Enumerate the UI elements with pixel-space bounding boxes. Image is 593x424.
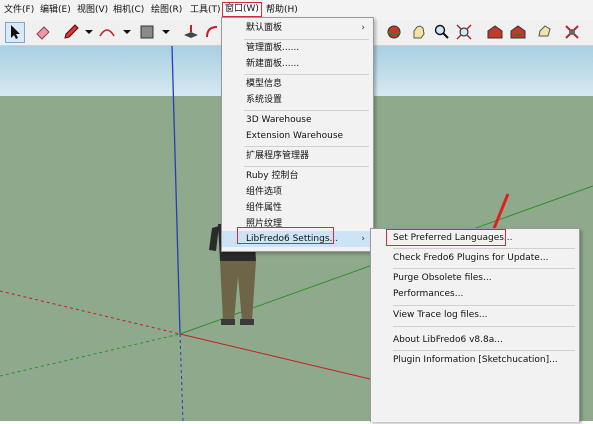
- window-menu-item-model-info[interactable]: 模型信息: [222, 76, 373, 92]
- warehouse-icon[interactable]: [486, 23, 504, 41]
- window-menu-item-extension-manager[interactable]: 扩展程序管理器: [222, 148, 373, 164]
- window-menu-item-component-attributes[interactable]: 组件属性: [222, 200, 373, 216]
- pencil-icon[interactable]: [62, 23, 80, 41]
- extension-warehouse-icon[interactable]: [536, 23, 554, 41]
- window-menu-item-new-tray[interactable]: 新建面板......: [222, 56, 373, 72]
- chevron-down-icon[interactable]: [80, 23, 98, 41]
- libfredo6-highlight-box: [237, 227, 334, 244]
- window-menu-item-manage-trays[interactable]: 管理面板......: [222, 40, 373, 56]
- menu-edit[interactable]: 编辑(E): [40, 4, 71, 16]
- menu-file[interactable]: 文件(F): [4, 4, 34, 16]
- zoom-icon[interactable]: [432, 23, 450, 41]
- window-menu-item-preferences[interactable]: 系统设置: [222, 92, 373, 108]
- window-menu-item-3d-warehouse[interactable]: 3D Warehouse: [222, 112, 373, 128]
- follow-me-icon[interactable]: [203, 23, 221, 41]
- submenu-item-about[interactable]: About LibFredo6 v8.8a...: [371, 332, 579, 348]
- window-menu-item-ruby-console[interactable]: Ruby 控制台: [222, 168, 373, 184]
- submenu-item-plugin-information[interactable]: Plugin Information [Sketchucation]...: [371, 352, 579, 368]
- menu-view[interactable]: 视图(V): [77, 4, 108, 16]
- menu-camera[interactable]: 相机(C): [113, 4, 144, 16]
- push-pull-icon[interactable]: [182, 23, 200, 41]
- chevron-down-icon[interactable]: [118, 23, 136, 41]
- menu-window[interactable]: 窗口(W): [222, 2, 262, 17]
- menu-draw[interactable]: 绘图(R): [151, 4, 182, 16]
- share-model-icon[interactable]: [509, 23, 527, 41]
- menu-tools[interactable]: 工具(T): [190, 4, 221, 16]
- arc-icon[interactable]: [98, 23, 116, 41]
- submenu-item-check-updates[interactable]: Check Fredo6 Plugins for Update...: [371, 250, 579, 266]
- set-languages-highlight-box: [386, 229, 506, 246]
- window-menu-item-default-tray[interactable]: 默认面板 ›: [222, 20, 373, 36]
- menu-help[interactable]: 帮助(H): [266, 4, 298, 16]
- zoom-extents-icon[interactable]: [455, 23, 473, 41]
- chevron-right-icon: ›: [361, 23, 365, 33]
- rectangle-icon[interactable]: [138, 23, 156, 41]
- settings-icon[interactable]: [563, 23, 581, 41]
- pan-icon[interactable]: [410, 23, 428, 41]
- submenu-item-purge-obsolete[interactable]: Purge Obsolete files...: [371, 270, 579, 286]
- submenu-item-performances[interactable]: Performances...: [371, 286, 579, 302]
- window-menu-item-component-options[interactable]: 组件选项: [222, 184, 373, 200]
- libfredo6-submenu: Set Preferred Languages... Check Fredo6 …: [370, 228, 580, 422]
- orbit-icon[interactable]: [385, 23, 403, 41]
- chevron-right-icon: ›: [361, 234, 365, 244]
- window-menu: 默认面板 › 管理面板...... 新建面板...... 模型信息 系统设置 3D…: [221, 17, 374, 252]
- submenu-item-trace-log[interactable]: View Trace log files...: [371, 307, 579, 323]
- select-arrow-icon[interactable]: [5, 22, 25, 43]
- window-menu-item-extension-warehouse[interactable]: Extension Warehouse: [222, 128, 373, 144]
- chevron-down-icon[interactable]: [157, 23, 175, 41]
- eraser-icon[interactable]: [34, 23, 52, 41]
